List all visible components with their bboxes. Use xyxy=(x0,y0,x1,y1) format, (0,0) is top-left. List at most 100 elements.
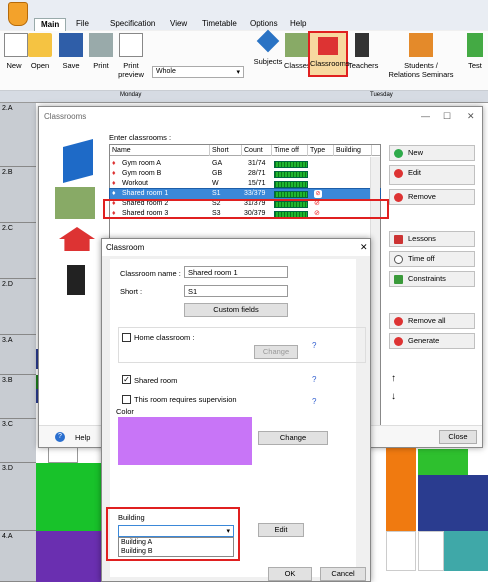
time-off-bar xyxy=(274,170,308,178)
view-combo[interactable]: Whole ▾ xyxy=(152,66,244,78)
home-classroom-checkbox[interactable] xyxy=(122,333,131,342)
dialog-title: Classroom xyxy=(102,239,370,256)
print-preview-button[interactable]: Print preview xyxy=(116,33,146,79)
print-button[interactable]: Print xyxy=(88,33,114,70)
teacher-icon xyxy=(355,33,369,57)
lesson-cell[interactable] xyxy=(418,475,488,531)
list-item[interactable]: ♦ Gym room B GB 28/71 xyxy=(110,169,380,179)
tab-view[interactable]: View xyxy=(164,18,193,32)
time-off-bar xyxy=(274,180,308,188)
open-button[interactable]: Open xyxy=(26,33,54,70)
building-option[interactable]: Building A xyxy=(121,538,233,547)
shared-room-checkbox[interactable]: ✓ xyxy=(122,375,131,384)
col-short[interactable]: Short xyxy=(210,145,242,156)
lesson-cell[interactable] xyxy=(386,475,416,531)
remove-all-button[interactable]: Remove all xyxy=(389,313,475,329)
tab-main[interactable]: Main xyxy=(34,18,67,32)
remove-button[interactable]: Remove xyxy=(389,189,475,205)
lesson-cell[interactable] xyxy=(386,531,416,571)
printer-icon xyxy=(89,33,113,57)
edit-icon xyxy=(394,169,403,178)
tab-file[interactable]: File xyxy=(70,18,95,32)
lessons-icon xyxy=(394,235,403,244)
list-item[interactable]: ♦ Gym room A GA 31/74 xyxy=(110,159,380,169)
help-question-icon[interactable]: ? xyxy=(312,397,316,406)
book-icon xyxy=(63,138,93,184)
constraints-icon xyxy=(394,275,403,284)
move-up-icon[interactable]: ↑ xyxy=(391,373,396,384)
new-button[interactable]: New xyxy=(4,33,28,70)
close-icon[interactable]: ✕ xyxy=(360,242,368,253)
change-color-button[interactable]: Change xyxy=(258,431,328,445)
col-name[interactable]: Name xyxy=(110,145,210,156)
lesson-cell[interactable] xyxy=(418,531,444,571)
row-label: 3.B xyxy=(0,375,36,419)
lessons-button[interactable]: Lessons xyxy=(389,231,475,247)
lesson-cell[interactable] xyxy=(36,531,102,582)
list-item[interactable]: ♦ Workout W 15/71 xyxy=(110,179,380,189)
supervision-checkbox[interactable] xyxy=(122,395,131,404)
preview-icon xyxy=(119,33,143,57)
row-label: 2.D xyxy=(0,279,36,335)
students-icon xyxy=(409,33,433,57)
move-down-icon[interactable]: ↓ xyxy=(391,391,396,402)
help-question-icon[interactable]: ? xyxy=(312,375,316,384)
classes-button[interactable]: Classes xyxy=(284,33,311,70)
change-home-button[interactable]: Change xyxy=(254,345,298,359)
lesson-cell[interactable] xyxy=(48,447,78,463)
help-button[interactable]: Help xyxy=(75,433,90,442)
house-icon xyxy=(318,37,338,55)
constraints-button[interactable]: Constraints xyxy=(389,271,475,287)
lesson-cell[interactable] xyxy=(418,449,468,475)
generate-button[interactable]: Generate xyxy=(389,333,475,349)
lesson-cell[interactable] xyxy=(444,531,488,571)
close-icon[interactable]: ✕ xyxy=(467,111,475,122)
room-icon: ♦ xyxy=(112,180,116,187)
color-swatch[interactable] xyxy=(118,417,252,465)
generate-icon xyxy=(394,337,403,346)
tab-help[interactable]: Help xyxy=(284,18,312,32)
shared-icon: ⊘ xyxy=(314,190,322,198)
teacher-icon xyxy=(67,265,85,295)
short-input[interactable]: S1 xyxy=(184,285,288,297)
lesson-cell[interactable] xyxy=(36,463,102,531)
tab-options[interactable]: Options xyxy=(244,18,284,32)
col-count[interactable]: Count xyxy=(242,145,272,156)
maximize-icon[interactable]: ☐ xyxy=(443,111,451,122)
list-item-selected[interactable]: ♦ Shared room 1 S1 33/379 ⊘ xyxy=(109,188,381,200)
edit-button[interactable]: Edit xyxy=(389,165,475,185)
tab-specification[interactable]: Specification xyxy=(104,18,161,32)
test-button[interactable]: Test xyxy=(464,33,486,70)
building-option[interactable]: Building B xyxy=(121,547,233,556)
edit-building-button[interactable]: Edit xyxy=(258,523,304,537)
help-icon[interactable]: ? xyxy=(55,432,65,442)
building-dropdown: Building A Building B xyxy=(118,537,234,557)
timetable-header: Monday Tuesday xyxy=(0,91,488,103)
minimize-icon[interactable]: — xyxy=(421,111,430,121)
room-icon: ♦ xyxy=(112,170,116,177)
tab-timetable[interactable]: Timetable xyxy=(196,18,243,32)
close-button[interactable]: Close xyxy=(439,430,477,444)
room-icon: ♦ xyxy=(112,190,116,197)
col-type[interactable]: Type xyxy=(308,145,334,156)
app-menu-icon[interactable] xyxy=(8,2,28,26)
col-time-off[interactable]: Time off xyxy=(272,145,308,156)
row-label: 2.B xyxy=(0,167,36,223)
cancel-button[interactable]: Cancel xyxy=(320,567,366,581)
help-question-icon[interactable]: ? xyxy=(312,341,316,350)
students-relations-button[interactable]: Students / Relations Seminars xyxy=(388,33,454,79)
ok-button[interactable]: OK xyxy=(268,567,312,581)
new-button[interactable]: New xyxy=(389,145,475,161)
ribbon: New Open Save Print Print preview Whole ▾… xyxy=(0,29,488,91)
subjects-button[interactable]: Subjects xyxy=(252,29,284,66)
save-button[interactable]: Save xyxy=(58,33,84,70)
classrooms-button[interactable]: Classrooms xyxy=(308,31,350,77)
classroom-name-input[interactable]: Shared room 1 xyxy=(184,266,288,278)
teachers-button[interactable]: Teachers xyxy=(348,33,378,70)
custom-fields-button[interactable]: Custom fields xyxy=(184,303,288,317)
col-building[interactable]: Building xyxy=(334,145,372,156)
time-off-button[interactable]: Time off xyxy=(389,251,475,267)
building-select[interactable]: ▾ xyxy=(118,525,234,537)
home-classroom-label: Home classroom : xyxy=(134,333,195,342)
chevron-down-icon: ▾ xyxy=(236,69,240,76)
